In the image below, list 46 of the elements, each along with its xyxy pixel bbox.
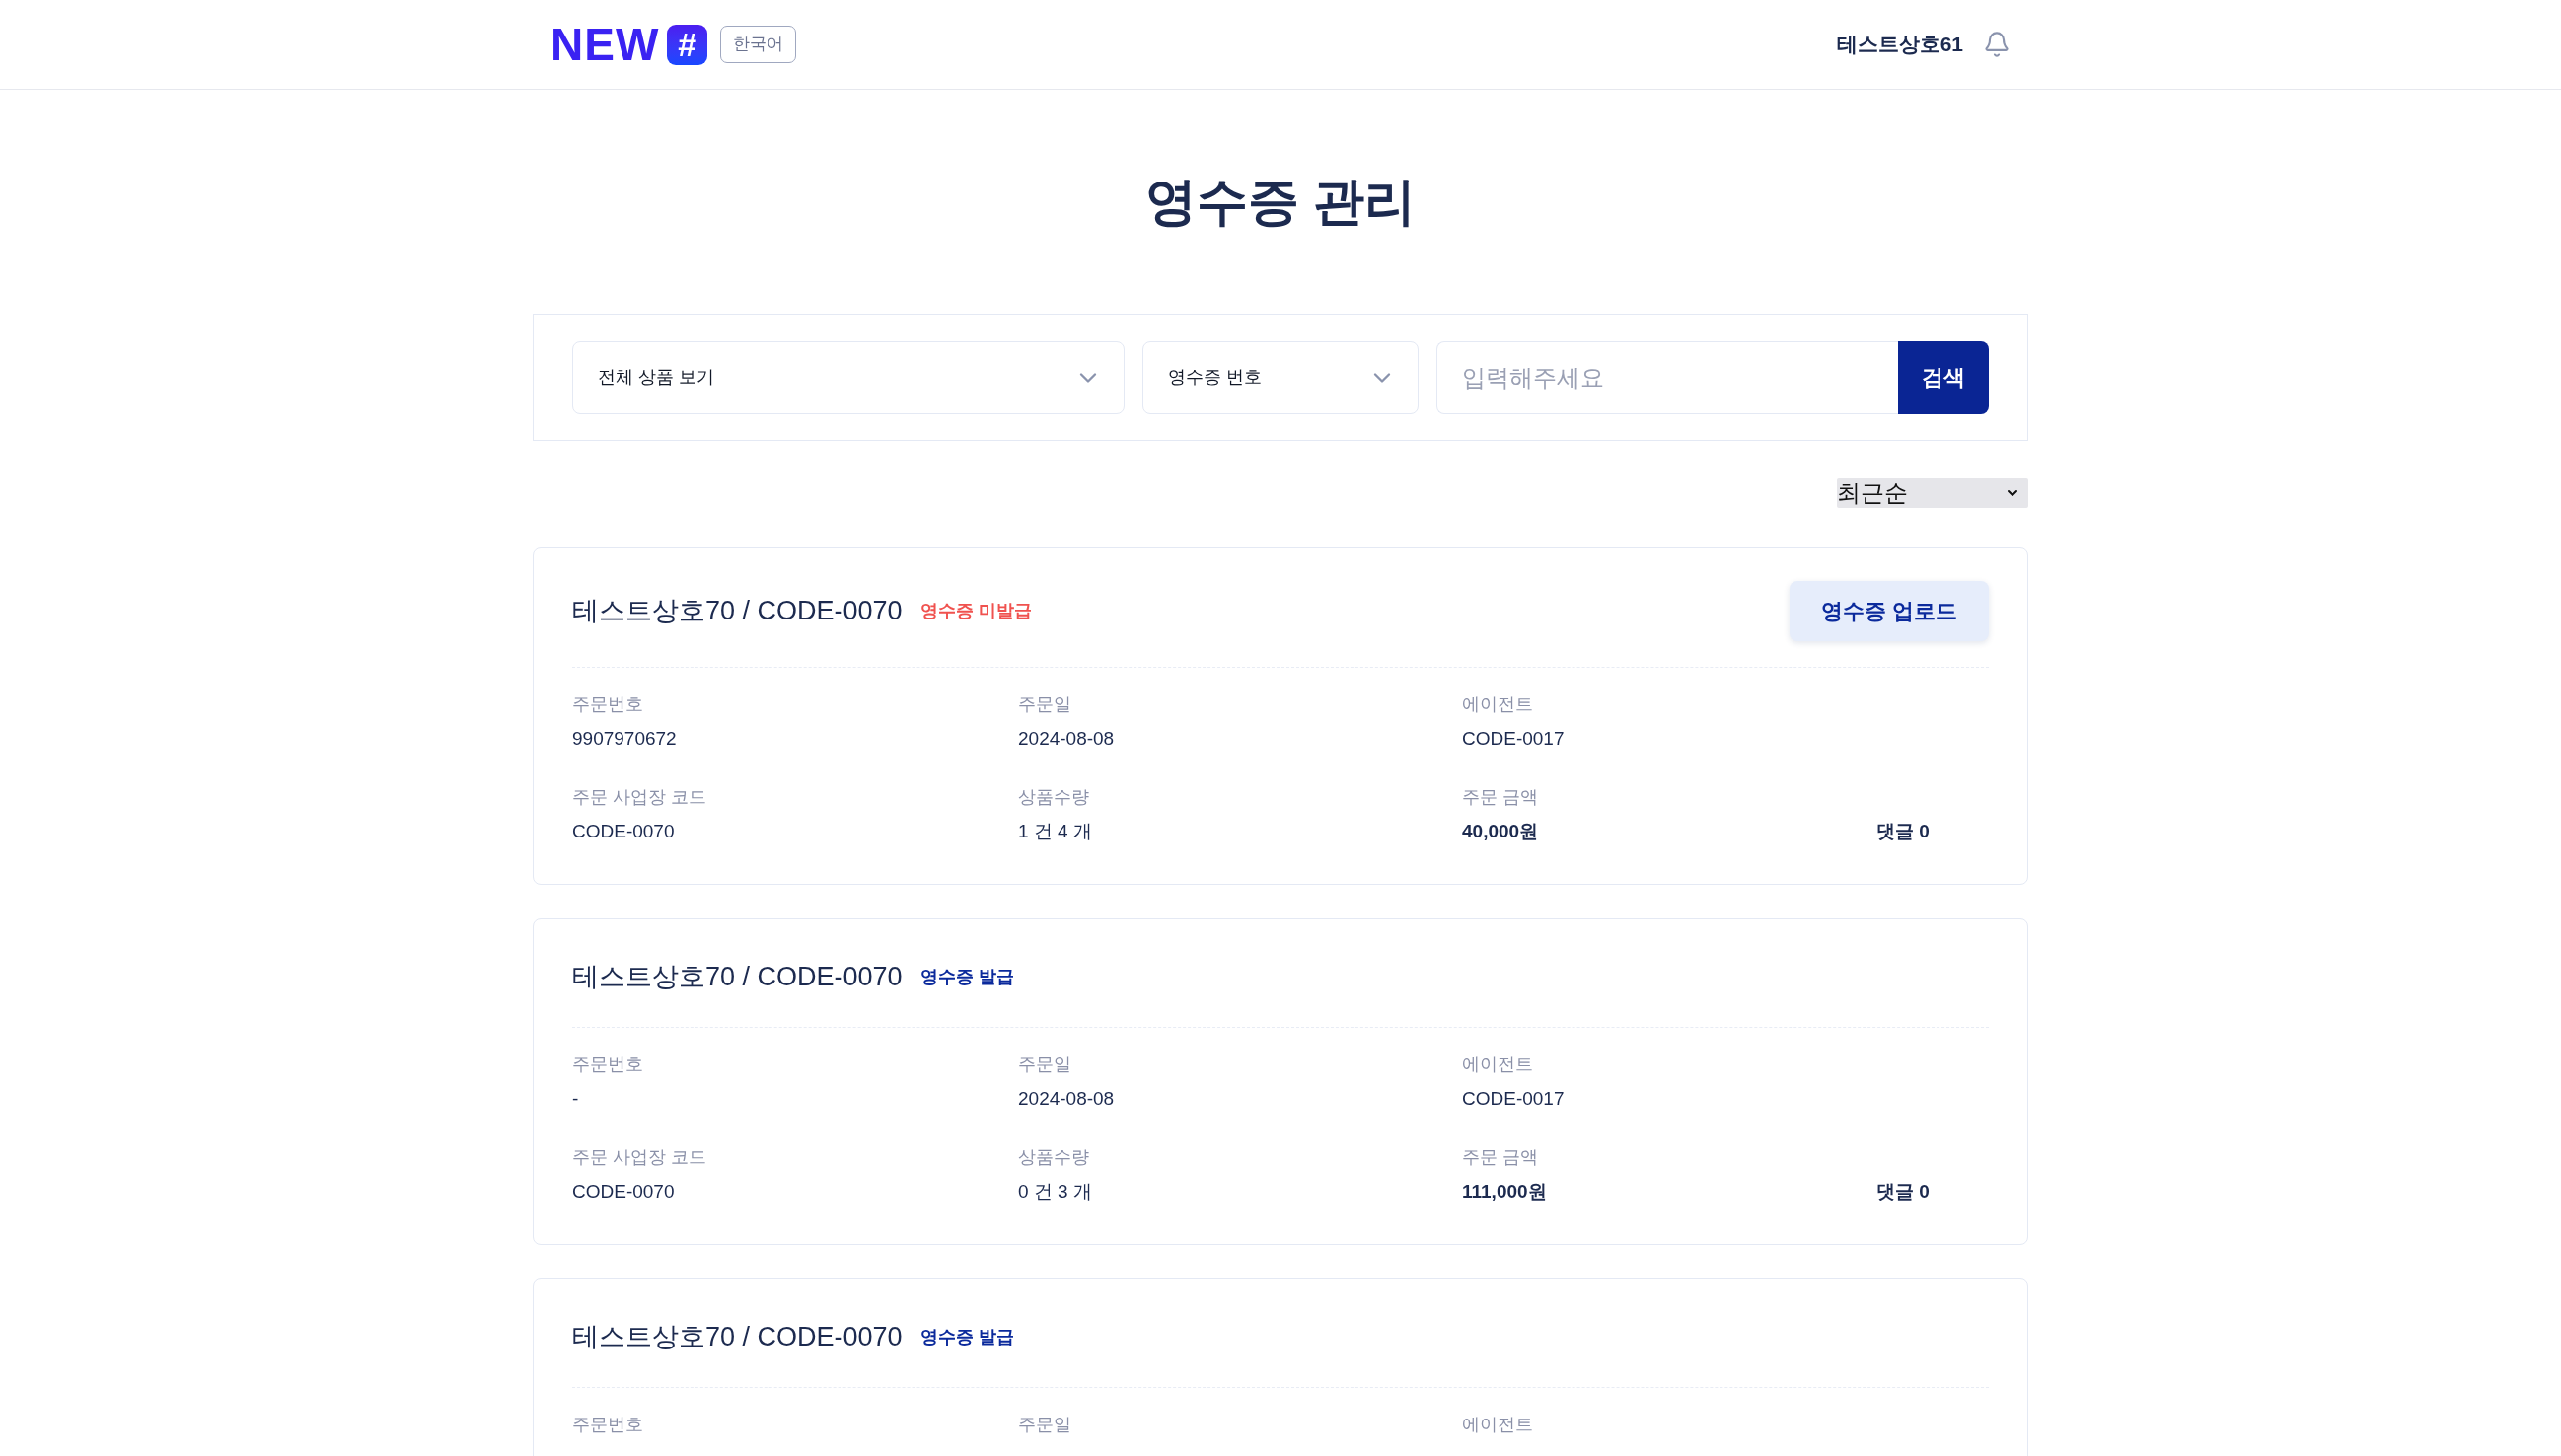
field-value: 1 건 4 개: [1018, 820, 1092, 843]
comment-count[interactable]: 댓글 0: [1876, 1179, 1930, 1204]
field-value: CODE-0017: [1462, 727, 1565, 751]
field-value: 111,000원: [1462, 1180, 1547, 1203]
page-title: 영수증 관리: [1144, 172, 1417, 232]
receipt-status: 영수증 발급: [919, 1325, 1014, 1348]
search-type-select[interactable]: 영수증 번호: [1142, 340, 1419, 414]
field-label: 주문일: [1018, 1054, 1071, 1075]
upload-receipt-button[interactable]: 영수증 업로드: [1790, 581, 1989, 641]
field-value: CODE-0070: [572, 1180, 675, 1203]
search-button[interactable]: 검색: [1898, 340, 1989, 414]
field-label: 에이전트: [1462, 1054, 1533, 1075]
field-label: 상품수량: [1018, 786, 1089, 808]
field-label: 에이전트: [1462, 693, 1533, 715]
field-value: 2024-08-08: [1018, 1087, 1115, 1111]
field-label: 주문번호: [572, 1054, 643, 1075]
field-label: 주문 사업장 코드: [572, 786, 706, 808]
receipt-title: 테스트상호70 / CODE-0070: [572, 960, 903, 993]
receipt-status: 영수증 미발급: [919, 600, 1032, 622]
field-value: -: [572, 1087, 579, 1111]
field-label: 주문 사업장 코드: [572, 1146, 706, 1168]
field-value: 2024-08-08: [1018, 727, 1115, 751]
field-label: 주문일: [1018, 1414, 1071, 1435]
language-badge[interactable]: 한국어: [720, 26, 797, 63]
receipt-status: 영수증 발급: [919, 965, 1014, 988]
logo-wordmark[interactable]: NEW: [550, 22, 660, 67]
receipt-title: 테스트상호70 / CODE-0070: [572, 595, 903, 628]
field-label: 주문번호: [572, 693, 643, 715]
notification-bell-icon[interactable]: [1983, 30, 2011, 59]
field-label: 에이전트: [1462, 1414, 1533, 1435]
sort-select[interactable]: 최근순: [1837, 478, 2028, 508]
field-value: 9907970672: [572, 727, 677, 751]
field-value: 40,000원: [1462, 820, 1539, 843]
field-value: CODE-0070: [572, 820, 675, 843]
field-value: 0 건 3 개: [1018, 1180, 1092, 1203]
comment-count[interactable]: 댓글 0: [1876, 819, 1930, 844]
user-name[interactable]: 테스트상호61: [1836, 29, 1963, 60]
field-label: 주문 금액: [1462, 786, 1538, 808]
field-label: 주문 금액: [1462, 1146, 1538, 1168]
search-input[interactable]: 입력해주세요: [1436, 340, 1898, 414]
logo-mark[interactable]: #: [667, 24, 708, 65]
field-label: 상품수량: [1018, 1146, 1089, 1168]
field-label: 주문일: [1018, 693, 1071, 715]
category-select[interactable]: 전체 상품 보기: [572, 340, 1125, 414]
field-value: CODE-0017: [1462, 1087, 1565, 1111]
receipt-title: 테스트상호70 / CODE-0070: [572, 1320, 903, 1353]
